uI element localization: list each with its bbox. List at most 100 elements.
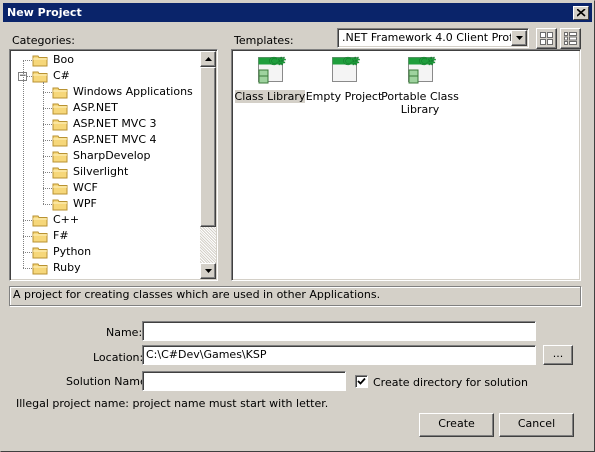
folder-icon	[32, 262, 48, 275]
solution-name-label: Solution Name:	[66, 375, 151, 388]
tree-connector	[43, 156, 52, 157]
tree-connector	[23, 268, 32, 269]
template-label: Class Library	[234, 90, 306, 103]
folder-icon	[32, 246, 48, 259]
tree-connector	[43, 188, 52, 189]
folder-icon	[52, 118, 68, 131]
category-label: SharpDevelop	[73, 149, 151, 162]
cancel-button[interactable]: Cancel	[499, 413, 574, 437]
folder-icon	[32, 70, 48, 83]
categories-tree[interactable]: Boo C# − Windows Applications ASP.NET ASP.NET…	[9, 49, 218, 281]
scroll-thumb[interactable]	[200, 67, 216, 227]
category-label: ASP.NET	[73, 101, 118, 114]
category-item[interactable]: SharpDevelop	[10, 148, 198, 164]
csharp-badge-text: C#	[343, 55, 361, 68]
folder-icon	[52, 198, 68, 211]
arrow-down-icon	[205, 269, 212, 273]
small-icons-view-button[interactable]	[560, 28, 581, 49]
tree-connector	[23, 60, 32, 61]
category-label: Boo	[53, 53, 75, 66]
category-label: Windows Applications	[73, 85, 193, 98]
category-item[interactable]: Boo	[10, 52, 198, 68]
category-item[interactable]: WCF	[10, 180, 198, 196]
category-item[interactable]: C++	[10, 212, 198, 228]
scroll-up-button[interactable]	[200, 51, 216, 67]
template-label: Portable Class Library	[378, 90, 462, 116]
close-icon	[577, 9, 586, 17]
templates-list[interactable]: C# Class Library C# Empty Project C# Portable…	[231, 49, 581, 281]
folder-icon	[32, 54, 48, 67]
category-item[interactable]: C# −	[10, 68, 198, 84]
template-item[interactable]: C# Portable Class Library	[381, 54, 459, 118]
folder-icon	[52, 182, 68, 195]
name-label: Name:	[106, 326, 143, 339]
location-label: Location:	[93, 351, 144, 364]
close-button[interactable]	[573, 6, 589, 20]
create-directory-label: Create directory for solution	[373, 376, 528, 389]
template-item[interactable]: C# Class Library	[234, 54, 306, 118]
create-directory-checkbox[interactable]	[355, 375, 368, 388]
tree-connector	[43, 140, 52, 141]
category-item[interactable]: WPF	[10, 196, 198, 212]
checkmark-icon	[357, 377, 366, 385]
template-item[interactable]: C# Empty Project	[306, 54, 383, 118]
solution-name-input[interactable]	[142, 371, 346, 391]
name-input[interactable]	[142, 321, 536, 341]
folder-icon	[52, 86, 68, 99]
template-description: A project for creating classes which are…	[9, 286, 581, 306]
framework-dropdown-button[interactable]	[511, 30, 527, 46]
tree-connector	[23, 252, 32, 253]
location-input[interactable]: C:\C#Dev\Games\KSP	[142, 345, 536, 365]
window-title: New Project	[7, 6, 82, 19]
csharp-project-icon: C#	[328, 54, 360, 89]
folder-icon	[52, 102, 68, 115]
validation-error: Illegal project name: project name must …	[16, 397, 329, 410]
category-label: ASP.NET MVC 3	[73, 117, 157, 130]
csharp-badge-text: C#	[269, 55, 287, 68]
create-button[interactable]: Create	[419, 413, 494, 437]
tree-scrollbar[interactable]	[200, 51, 216, 279]
folder-icon	[52, 150, 68, 163]
new-project-dialog: New Project Categories: Boo C# − Windows Ap…	[0, 0, 595, 452]
category-item[interactable]: Windows Applications	[10, 84, 198, 100]
large-icons-view-button[interactable]	[536, 28, 557, 49]
browse-button[interactable]: ...	[543, 345, 573, 365]
template-label: Empty Project	[304, 90, 384, 103]
category-label: Silverlight	[73, 165, 129, 178]
templates-label: Templates:	[234, 34, 294, 47]
category-label: C++	[53, 213, 80, 226]
folder-icon	[52, 134, 68, 147]
tree-connector	[23, 60, 24, 268]
category-label: WPF	[73, 197, 97, 210]
category-item[interactable]: Ruby	[10, 260, 198, 276]
category-item[interactable]: ASP.NET MVC 4	[10, 132, 198, 148]
folder-icon	[32, 214, 48, 227]
tree-connector	[43, 204, 52, 205]
template-label-text: Empty Project	[305, 90, 383, 103]
category-label: ASP.NET MVC 4	[73, 133, 157, 146]
framework-select[interactable]: .NET Framework 4.0 Client Profile	[337, 28, 529, 48]
csharp-badge-text: C#	[419, 55, 437, 68]
template-label-text: Portable Class Library	[381, 90, 459, 116]
category-item[interactable]: ASP.NET MVC 3	[10, 116, 198, 132]
category-item[interactable]: ASP.NET	[10, 100, 198, 116]
tree-connector	[43, 82, 44, 204]
csharp-project-icon: C#	[254, 54, 286, 89]
category-item[interactable]: F#	[10, 228, 198, 244]
title-bar[interactable]: New Project	[3, 3, 592, 22]
large-icons-icon	[540, 32, 553, 45]
category-label: Python	[53, 245, 92, 258]
arrow-up-icon	[205, 57, 212, 61]
template-label-text: Class Library	[234, 90, 306, 103]
tree-connector	[43, 124, 52, 125]
csharp-project-icon: C#	[404, 54, 436, 89]
scroll-down-button[interactable]	[200, 263, 216, 279]
template-description-text: A project for creating classes which are…	[13, 288, 381, 301]
tree-connector	[43, 108, 52, 109]
category-item[interactable]: Python	[10, 244, 198, 260]
categories-label: Categories:	[12, 34, 75, 47]
category-label: Ruby	[53, 261, 81, 274]
category-item[interactable]: Silverlight	[10, 164, 198, 180]
small-icons-icon	[564, 32, 577, 45]
tree-connector	[23, 236, 32, 237]
